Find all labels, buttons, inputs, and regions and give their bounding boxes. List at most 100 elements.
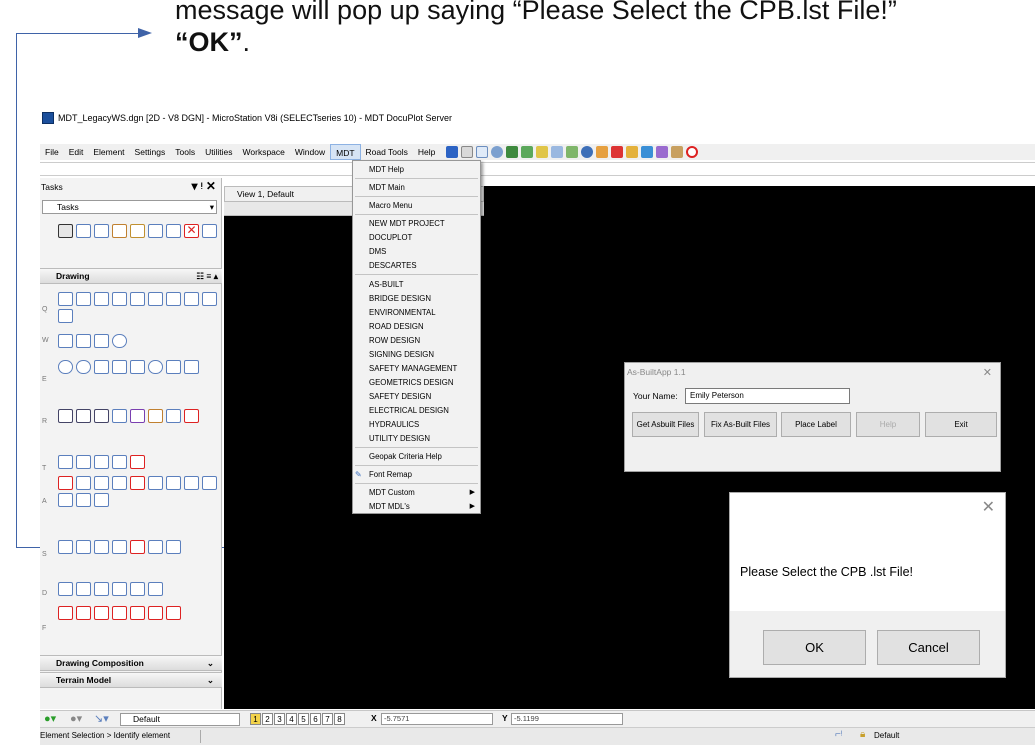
select-cell-icon[interactable] bbox=[76, 455, 91, 469]
accudraw-icon[interactable] bbox=[566, 146, 579, 158]
stream-curve-icon[interactable] bbox=[130, 292, 145, 306]
menu-item-docuplot[interactable]: DOCUPLOT bbox=[353, 231, 480, 244]
menu-edit[interactable]: Edit bbox=[64, 144, 89, 160]
x-coordinate-field[interactable]: -5.7571 bbox=[381, 713, 493, 725]
menu-utilities[interactable]: Utilities bbox=[200, 144, 237, 160]
raster-icon[interactable] bbox=[521, 146, 534, 158]
place-line-icon[interactable] bbox=[76, 292, 91, 306]
delete-pattern-icon[interactable] bbox=[148, 409, 163, 423]
menu-item-signing-design[interactable]: SIGNING DESIGN bbox=[353, 348, 480, 361]
grid-icon[interactable] bbox=[656, 146, 669, 158]
crosshatch-icon[interactable] bbox=[76, 409, 91, 423]
ok-button[interactable]: OK bbox=[763, 630, 866, 665]
menu-workspace[interactable]: Workspace bbox=[238, 144, 290, 160]
abc-text-icon[interactable] bbox=[76, 493, 91, 507]
quarter-ellipse-icon[interactable] bbox=[130, 360, 145, 374]
info-icon[interactable] bbox=[581, 146, 594, 158]
menu-item-mdt-help[interactable]: MDT Help bbox=[353, 163, 480, 176]
change-text-icon[interactable] bbox=[130, 476, 145, 490]
remove-fill-icon[interactable] bbox=[184, 409, 199, 423]
exit-button[interactable]: Exit bbox=[925, 412, 997, 437]
view-2-button[interactable]: 2 bbox=[262, 713, 273, 725]
level-icon[interactable] bbox=[491, 146, 504, 158]
rectangle-icon[interactable] bbox=[58, 334, 73, 348]
drawing-composition-header[interactable]: Drawing Composition ⌄ bbox=[40, 655, 222, 671]
define-cell-icon[interactable] bbox=[94, 455, 109, 469]
fill-icon[interactable] bbox=[166, 409, 181, 423]
modify-arc-icon[interactable] bbox=[148, 360, 163, 374]
curve-icon[interactable] bbox=[166, 292, 181, 306]
snap-icon[interactable] bbox=[551, 146, 564, 158]
view-1-button[interactable]: 1 bbox=[250, 713, 261, 725]
view-4-button[interactable]: 4 bbox=[286, 713, 297, 725]
settings-icon[interactable] bbox=[641, 146, 654, 158]
pattern-area-icon[interactable] bbox=[94, 409, 109, 423]
text-note-icon[interactable] bbox=[76, 476, 91, 490]
modify-icon[interactable] bbox=[112, 224, 127, 238]
your-name-input[interactable]: Emily Peterson bbox=[685, 388, 850, 404]
freehand-icon[interactable] bbox=[148, 292, 163, 306]
show-pattern-icon[interactable] bbox=[130, 409, 145, 423]
menu-item-road-design[interactable]: ROAD DESIGN bbox=[353, 320, 480, 333]
menu-item-geometrics-design[interactable]: GEOMETRICS DESIGN bbox=[353, 376, 480, 389]
cancel-icon[interactable] bbox=[686, 146, 699, 158]
new-file-icon[interactable] bbox=[461, 146, 474, 158]
solid-tool-icon[interactable] bbox=[58, 582, 73, 596]
extrude-icon[interactable] bbox=[76, 582, 91, 596]
view-mode-icon[interactable]: ☷ ≡ ▴ bbox=[196, 269, 218, 284]
measure-icon[interactable] bbox=[166, 224, 181, 238]
frame-icon[interactable] bbox=[58, 606, 73, 620]
select-element-icon[interactable] bbox=[58, 224, 73, 238]
manipulate-icon[interactable] bbox=[94, 224, 109, 238]
angle-icon[interactable] bbox=[184, 292, 199, 306]
menu-item-macro-menu[interactable]: Macro Menu bbox=[353, 199, 480, 212]
dimension-linear-icon[interactable] bbox=[76, 540, 91, 554]
fence-icon[interactable] bbox=[76, 224, 91, 238]
reference-icon[interactable] bbox=[506, 146, 519, 158]
edit-text-icon[interactable] bbox=[94, 476, 109, 490]
fix-asbuilt-files-button[interactable]: Fix As-Built Files bbox=[704, 412, 777, 437]
get-asbuilt-files-button[interactable]: Get Asbuilt Files bbox=[632, 412, 699, 437]
y-coordinate-field[interactable]: -5.1199 bbox=[511, 713, 623, 725]
dimension-table-icon[interactable] bbox=[166, 540, 181, 554]
replace-cell-icon[interactable] bbox=[112, 455, 127, 469]
help-button[interactable]: Help bbox=[856, 412, 920, 437]
close-icon[interactable]: ✕ bbox=[983, 366, 992, 379]
menu-tools[interactable]: Tools bbox=[170, 144, 200, 160]
revolve-icon[interactable] bbox=[94, 582, 109, 596]
models-icon[interactable] bbox=[476, 146, 489, 158]
view-7-button[interactable]: 7 bbox=[322, 713, 333, 725]
menu-item-mdt-main[interactable]: MDT Main bbox=[353, 181, 480, 194]
menu-item-row-design[interactable]: ROW DESIGN bbox=[353, 334, 480, 347]
search-icon[interactable] bbox=[596, 146, 609, 158]
dimension-ordinate-icon[interactable] bbox=[148, 540, 163, 554]
frame-angle-icon[interactable] bbox=[94, 606, 109, 620]
arc-extend-icon[interactable] bbox=[184, 360, 199, 374]
menu-item-as-built[interactable]: AS-BUILT bbox=[353, 278, 480, 291]
place-text-icon[interactable] bbox=[58, 476, 73, 490]
linear-pattern-icon[interactable] bbox=[112, 409, 127, 423]
dimension-angle-icon[interactable] bbox=[112, 540, 127, 554]
circle-icon[interactable] bbox=[58, 360, 73, 374]
menu-item-utility-design[interactable]: UTILITY DESIGN bbox=[353, 432, 480, 445]
snap-mode-icon[interactable]: ⌐ᵎ bbox=[835, 729, 842, 740]
close-icon[interactable]: ✕ bbox=[982, 497, 995, 517]
menu-road-tools[interactable]: Road Tools bbox=[361, 144, 413, 160]
frame-box-icon[interactable] bbox=[166, 606, 181, 620]
place-cell-icon[interactable] bbox=[58, 455, 73, 469]
view-5-button[interactable]: 5 bbox=[298, 713, 309, 725]
increment-text-icon[interactable] bbox=[166, 476, 181, 490]
slab-icon[interactable] bbox=[112, 582, 127, 596]
menu-item-bridge-design[interactable]: BRIDGE DESIGN bbox=[353, 292, 480, 305]
spiral-icon[interactable] bbox=[58, 309, 73, 323]
drop-cell-icon[interactable] bbox=[130, 455, 145, 469]
drawing-section-header[interactable]: Drawing ☷ ≡ ▴ bbox=[40, 268, 222, 284]
multi-line-icon[interactable] bbox=[94, 292, 109, 306]
view-8-button[interactable]: 8 bbox=[334, 713, 345, 725]
half-ellipse-icon[interactable] bbox=[112, 360, 127, 374]
frame-beam-icon[interactable] bbox=[76, 606, 91, 620]
hatch-icon[interactable] bbox=[58, 409, 73, 423]
menu-item-safety-design[interactable]: SAFETY DESIGN bbox=[353, 390, 480, 403]
change-attributes-icon[interactable] bbox=[148, 224, 163, 238]
dimension-element-icon[interactable] bbox=[94, 540, 109, 554]
